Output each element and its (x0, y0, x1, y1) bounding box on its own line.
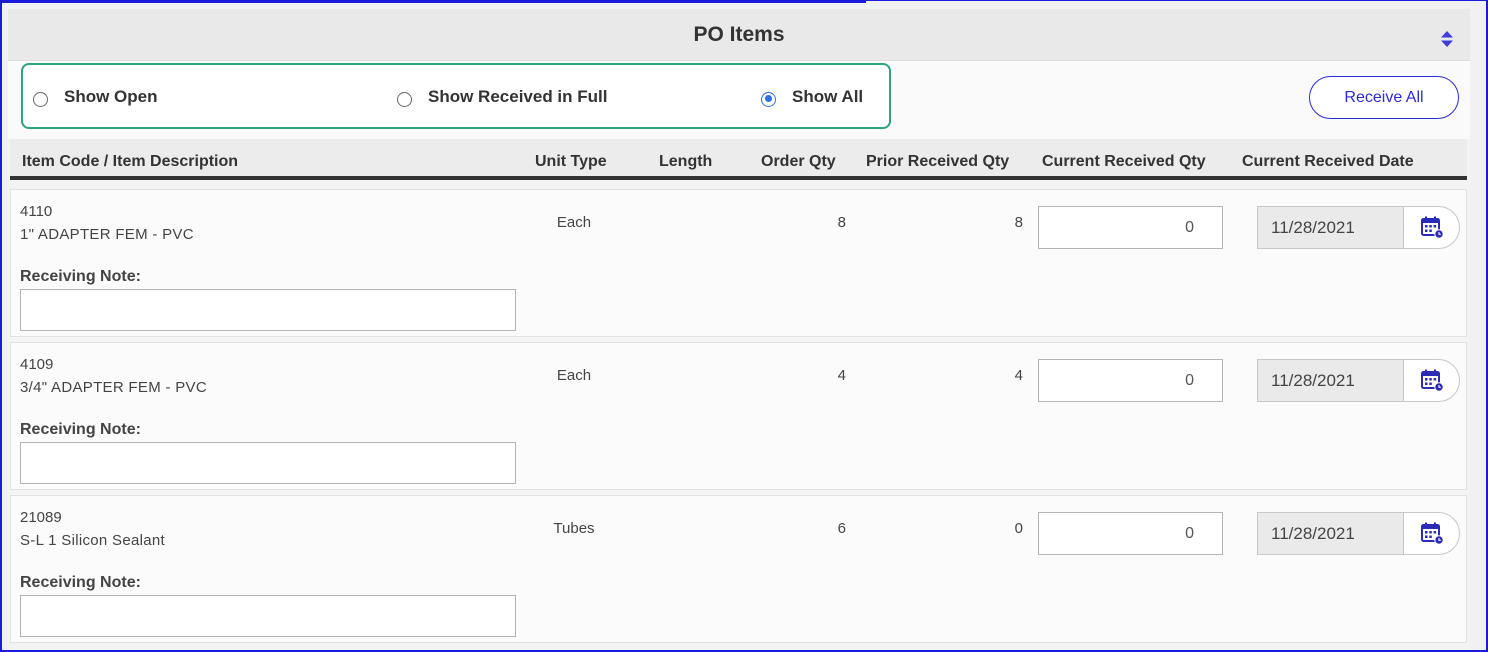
radio-circle-show-all[interactable] (761, 91, 776, 107)
date-value[interactable]: 11/28/2021 (1258, 207, 1404, 248)
current-received-date-field[interactable]: 11/28/2021 (1257, 206, 1460, 249)
radio-show-received-in-full[interactable]: Show Received in Full (397, 87, 607, 107)
current-received-date-field[interactable]: 11/28/2021 (1257, 359, 1460, 402)
radio-show-open[interactable]: Show Open (33, 87, 158, 107)
receiving-note-label: Receiving Note: (20, 421, 141, 438)
item-code: 4110 (20, 203, 53, 220)
order-qty: 6 (837, 520, 846, 537)
current-received-qty-input[interactable]: 0 (1038, 206, 1223, 249)
receiving-note-label: Receiving Note: (20, 268, 141, 285)
frame-top-line-thin (866, 0, 1488, 1)
receiving-note-input[interactable] (20, 442, 516, 484)
sort-icon[interactable] (1440, 30, 1454, 48)
radio-show-all[interactable]: Show All (761, 87, 863, 107)
col-length: Length (659, 153, 713, 170)
po-items-panel: PO Items Show Open Show Received in Full… (8, 9, 1470, 650)
current-received-qty-input[interactable]: 0 (1038, 359, 1223, 402)
col-current-date: Current Received Date (1242, 153, 1414, 170)
order-qty: 8 (837, 214, 846, 231)
item-code: 21089 (20, 509, 62, 526)
col-order-qty: Order Qty (761, 153, 836, 170)
item-description: 3/4" ADAPTER FEM - PVC (20, 379, 207, 396)
frame-top-line (0, 0, 866, 3)
radio-circle-show-received-in-full[interactable] (397, 91, 412, 107)
table-header: Item Code / Item Description Unit Type L… (10, 139, 1467, 180)
radio-label-show-all[interactable]: Show All (792, 87, 863, 107)
item-description: S-L 1 Silicon Sealant (20, 532, 165, 549)
unit-type: Each (556, 367, 592, 384)
item-description: 1" ADAPTER FEM - PVC (20, 226, 194, 243)
date-value[interactable]: 11/28/2021 (1258, 360, 1404, 401)
radio-label-show-open[interactable]: Show Open (64, 87, 158, 107)
receive-all-button[interactable]: Receive All (1309, 76, 1459, 119)
panel-header: PO Items (8, 9, 1470, 61)
receiving-note-input[interactable] (20, 595, 516, 637)
radio-circle-show-open[interactable] (33, 91, 48, 107)
prior-received-qty: 4 (1014, 367, 1023, 384)
table-row: 4109 3/4" ADAPTER FEM - PVC Receiving No… (10, 342, 1467, 490)
col-prior-received: Prior Received Qty (866, 153, 1010, 170)
radio-label-show-received-in-full[interactable]: Show Received in Full (428, 87, 607, 107)
order-qty: 4 (837, 367, 846, 384)
receiving-note-input[interactable] (20, 289, 516, 331)
item-code: 4109 (20, 356, 54, 373)
calendar-icon[interactable] (1420, 215, 1444, 239)
prior-received-qty: 0 (1014, 520, 1023, 537)
calendar-icon[interactable] (1420, 521, 1444, 545)
calendar-icon[interactable] (1420, 368, 1444, 392)
table-row: 21089 S-L 1 Silicon Sealant Receiving No… (10, 495, 1467, 643)
current-received-qty-input[interactable]: 0 (1038, 512, 1223, 555)
unit-type: Each (556, 214, 592, 231)
col-current-received: Current Received Qty (1042, 153, 1206, 170)
table-row: 4110 1" ADAPTER FEM - PVC Receiving Note… (10, 189, 1467, 337)
prior-received-qty: 8 (1014, 214, 1023, 231)
current-received-date-field[interactable]: 11/28/2021 (1257, 512, 1460, 555)
receiving-note-label: Receiving Note: (20, 574, 141, 591)
panel-title: PO Items (693, 23, 785, 46)
filters-area: Show Open Show Received in Full Show All… (8, 61, 1470, 139)
col-item: Item Code / Item Description (22, 153, 239, 170)
filter-radio-group: Show Open Show Received in Full Show All (21, 63, 891, 129)
date-value[interactable]: 11/28/2021 (1258, 513, 1404, 554)
col-unit-type: Unit Type (535, 153, 607, 170)
unit-type: Tubes (553, 520, 595, 537)
